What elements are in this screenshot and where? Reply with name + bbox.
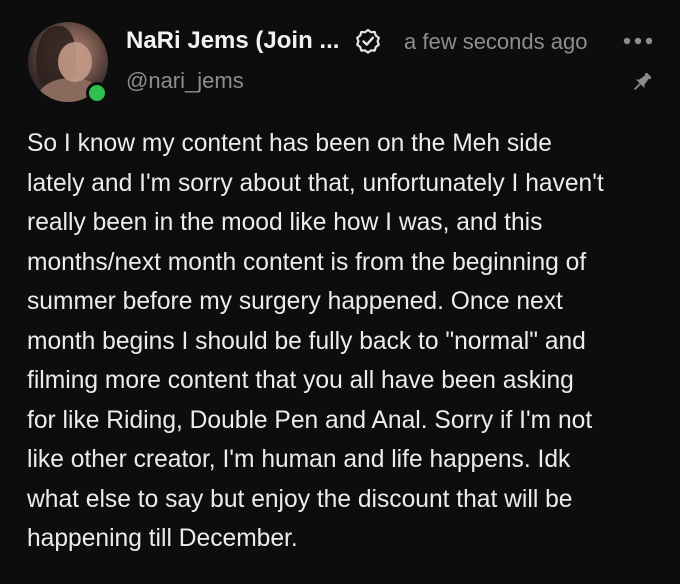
more-horizontal-icon[interactable] — [622, 36, 654, 46]
pin-icon[interactable] — [630, 70, 654, 94]
post-body: So I know my content has been on the Meh… — [27, 124, 657, 559]
verified-badge-icon — [356, 28, 380, 54]
post-body-line: month begins I should be fully back to "… — [27, 327, 586, 355]
post-card: NaRi Jems (Join ... a few seconds ago @n… — [0, 0, 680, 584]
post-body-line: filming more content that you all have b… — [27, 367, 574, 394]
post-body-line: for like Riding, Double Pen and Anal. So… — [27, 406, 593, 434]
author-display-name[interactable]: NaRi Jems (Join ... — [126, 27, 339, 55]
author-handle[interactable]: @nari_jems — [126, 68, 244, 94]
online-status-indicator — [86, 82, 108, 104]
avatar-face-shape — [58, 42, 92, 82]
post-body-line: lately and I'm sorry about that, unfortu… — [27, 169, 604, 197]
post-body-line: summer before my surgery happened. Once … — [27, 288, 563, 315]
post-timestamp[interactable]: a few seconds ago — [404, 29, 587, 55]
avatar-container[interactable] — [28, 22, 108, 104]
post-body-line: really been in the mood like how I was, … — [27, 209, 543, 236]
post-body-line: So I know my content has been on the Meh… — [27, 130, 552, 157]
post-body-line: happening till December. — [27, 525, 298, 552]
post-body-line: what else to say but enjoy the discount … — [27, 485, 573, 513]
post-body-line: like other creator, I'm human and life h… — [27, 446, 571, 473]
post-body-line: months/next month content is from the be… — [27, 248, 587, 276]
